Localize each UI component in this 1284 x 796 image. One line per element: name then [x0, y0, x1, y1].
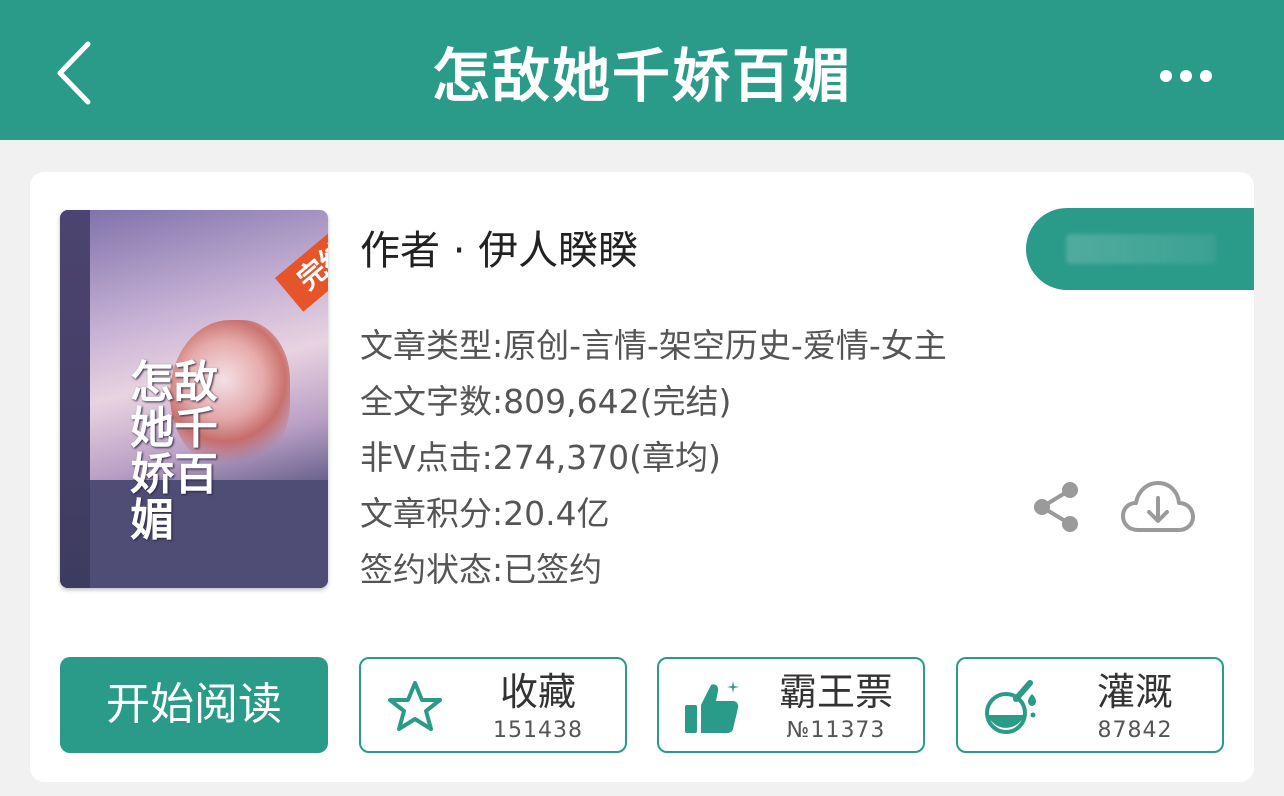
- book-info-list: 文章类型:原创-言情-架空历史-爱情-女主 全文字数:809,642(完结) 非…: [360, 318, 947, 598]
- share-button[interactable]: [1030, 480, 1082, 534]
- start-reading-button[interactable]: 开始阅读: [60, 657, 328, 753]
- blurred-tag-pill[interactable]: [1026, 208, 1254, 290]
- cover-title: 怎敌她千娇百媚: [130, 357, 218, 546]
- top-bar: 怎敌她千娇百媚: [0, 0, 1284, 140]
- completed-badge: 完结: [274, 220, 328, 312]
- more-dots-icon: [1160, 70, 1212, 82]
- book-cover[interactable]: 怎敌她千娇百媚 完结: [60, 210, 328, 588]
- download-button[interactable]: [1120, 478, 1196, 536]
- vote-label: 霸王票: [778, 670, 893, 714]
- blurred-tag-text: [1066, 234, 1216, 264]
- flask-icon: [985, 680, 1036, 734]
- vote-button[interactable]: 霸王票 №11373: [657, 657, 925, 753]
- book-info-card: 怎敌她千娇百媚 完结 作者 · 伊人睽睽 文章类型:原创-言情-架空历史-爱情-…: [30, 172, 1254, 782]
- favorite-button[interactable]: 收藏 151438: [359, 657, 627, 753]
- vote-count: №11373: [786, 718, 886, 743]
- water-count: 87842: [1097, 718, 1173, 743]
- author-name[interactable]: 作者 · 伊人睽睽: [360, 226, 638, 276]
- star-icon: [388, 681, 442, 731]
- favorite-count: 151438: [493, 718, 583, 743]
- more-button[interactable]: [1156, 62, 1216, 90]
- page-title: 怎敌她千娇百媚: [431, 42, 852, 110]
- thumbs-up-icon: [685, 681, 739, 733]
- favorite-label: 收藏: [499, 670, 576, 714]
- cloud-download-icon: [1121, 481, 1195, 532]
- water-button[interactable]: 灌溉 87842: [956, 657, 1224, 753]
- info-sign-status: 签约状态:已签约: [360, 550, 603, 589]
- info-genre: 文章类型:原创-言情-架空历史-爱情-女主: [360, 326, 947, 365]
- info-score: 文章积分:20.4亿: [360, 494, 610, 533]
- info-clicks: 非Ⅴ点击:274,370(章均): [360, 438, 721, 477]
- cover-spine: [60, 210, 90, 588]
- share-icon: [1034, 482, 1078, 532]
- info-word-count: 全文字数:809,642(完结): [360, 382, 732, 421]
- water-label: 灌溉: [1096, 670, 1173, 714]
